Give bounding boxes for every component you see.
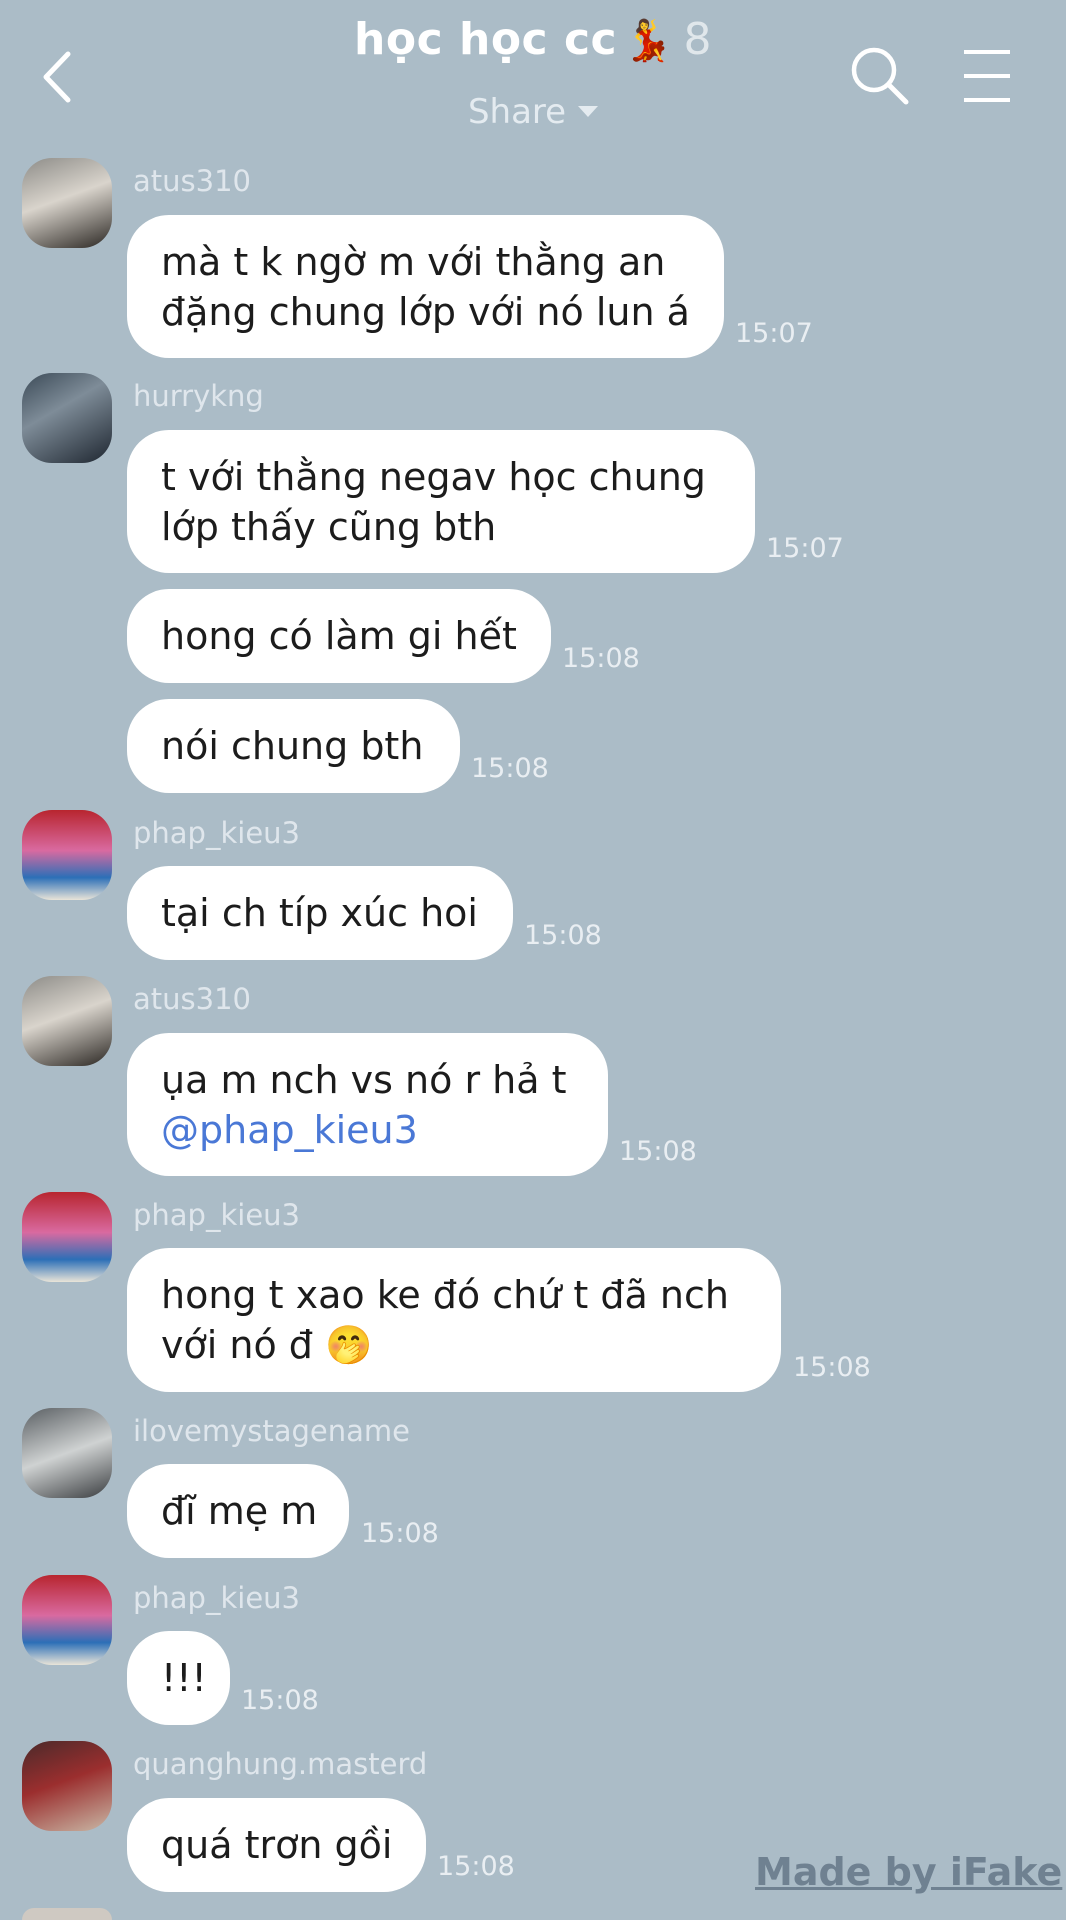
sender-name: hurrykng — [133, 379, 264, 413]
message-time: 15:08 — [437, 1851, 515, 1882]
watermark-text: Made by iFake — [755, 1850, 1063, 1894]
chat-title-text: học học cc — [354, 14, 618, 65]
chat-header: học học cc 💃 8 Share — [0, 0, 1066, 150]
message-text: ụa m nch vs nó r hả t — [161, 1058, 567, 1102]
message-bubble[interactable]: nói chung bth — [127, 699, 460, 793]
message-time: 15:08 — [471, 753, 549, 784]
message-bubble[interactable]: t với thằng negav học chung lớp thấy cũn… — [127, 430, 755, 573]
sender-name: atus310 — [133, 982, 251, 1016]
message-text: tại ch típ xúc hoi — [161, 891, 478, 935]
sender-name: quanghung.masterd — [133, 1747, 428, 1781]
message-bubble[interactable]: tại ch típ xúc hoi — [127, 866, 513, 960]
message-bubble[interactable]: !!! — [127, 1631, 230, 1725]
message-time: 15:07 — [735, 318, 813, 349]
avatar-partial — [22, 1908, 112, 1920]
sender-name: phap_kieu3 — [133, 816, 300, 850]
caret-down-icon — [578, 106, 599, 117]
message-bubble[interactable]: đĩ mẹ m — [127, 1464, 349, 1558]
menu-icon[interactable] — [962, 48, 1012, 104]
chat-title: học học cc 💃 8 — [354, 14, 712, 65]
avatar-atus310[interactable] — [22, 158, 112, 248]
message-time: 15:08 — [524, 920, 602, 951]
message-bubble[interactable]: mà t k ngờ m với thằng an đặng chung lớp… — [127, 215, 724, 358]
avatar-ilovemystagename[interactable] — [22, 1408, 112, 1498]
hand-over-mouth-emoji-icon: 🤭 — [325, 1323, 373, 1367]
avatar-phap-kieu3[interactable] — [22, 810, 112, 900]
avatar-atus310[interactable] — [22, 976, 112, 1066]
sender-name: atus310 — [133, 164, 251, 198]
avatar-phap-kieu3[interactable] — [22, 1192, 112, 1282]
sender-name: ilovemystagename — [133, 1414, 411, 1448]
message-text: hong có làm gi hết — [161, 614, 517, 658]
message-text: đĩ mẹ m — [161, 1489, 318, 1533]
avatar-hurrykng[interactable] — [22, 373, 112, 463]
message-time: 15:08 — [241, 1685, 319, 1716]
message-text: t với thằng negav học chung — [161, 455, 706, 499]
sender-name: phap_kieu3 — [133, 1198, 300, 1232]
message-text: lớp thấy cũng bth — [161, 505, 497, 549]
message-time: 15:08 — [793, 1352, 871, 1383]
sender-name: phap_kieu3 — [133, 1581, 300, 1615]
user-mention-link[interactable]: @phap_kieu3 — [161, 1105, 576, 1155]
message-text: đặng chung lớp với nó lun á — [161, 290, 690, 334]
message-bubble[interactable]: quá trơn gồi — [127, 1798, 426, 1892]
message-text: hong t xao ke đó chứ t đã nch — [161, 1273, 729, 1317]
message-time: 15:08 — [361, 1518, 439, 1549]
message-bubble[interactable]: hong t xao ke đó chứ t đã nch với nó đ 🤭 — [127, 1248, 781, 1392]
dancer-emoji-icon: 💃 — [623, 18, 674, 64]
message-text: với nó đ — [161, 1323, 313, 1367]
message-text: mà t k ngờ m với thằng an — [161, 240, 666, 284]
message-time: 15:08 — [562, 643, 640, 674]
member-count: 8 — [683, 14, 712, 65]
share-label: Share — [467, 92, 567, 132]
avatar-quanghung-masterd[interactable] — [22, 1741, 112, 1831]
message-text: quá trơn gồi — [161, 1823, 393, 1867]
message-text: nói chung bth — [161, 724, 424, 768]
search-icon[interactable] — [848, 44, 912, 108]
message-bubble[interactable]: hong có làm gi hết — [127, 589, 551, 683]
message-time: 15:08 — [619, 1136, 697, 1167]
avatar-phap-kieu3[interactable] — [22, 1575, 112, 1665]
message-text: !!! — [161, 1656, 207, 1700]
message-bubble[interactable]: ụa m nch vs nó r hả t @phap_kieu3 — [127, 1033, 608, 1176]
message-time: 15:07 — [766, 533, 844, 564]
